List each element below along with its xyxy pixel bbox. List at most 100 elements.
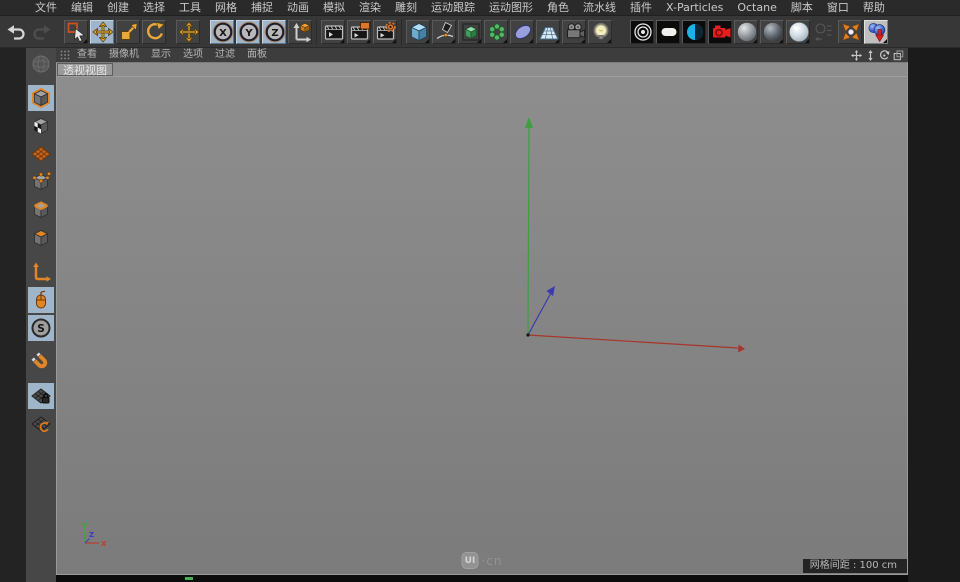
enable-snap-button[interactable]: S [28,315,54,341]
workplane-interaction-button[interactable] [28,411,54,437]
vp-menu-view[interactable]: 查看 [71,48,103,62]
axis-z-icon: Z [263,20,285,44]
menu-snap[interactable]: 捕捉 [244,0,280,16]
subdivision-surface-button[interactable] [458,20,482,44]
edges-mode-button[interactable] [28,197,54,223]
material-diffuse-button[interactable] [734,20,758,44]
menu-animate[interactable]: 动画 [280,0,316,16]
rotate-tool-button[interactable] [142,20,166,44]
axis-x-icon: X [211,20,233,44]
points-mode-icon [29,170,53,194]
menu-motion-tracker[interactable]: 运动跟踪 [424,0,482,16]
octane-live-viewer-button[interactable] [630,20,654,44]
zoom-icon[interactable] [865,50,876,61]
menu-sculpt[interactable]: 雕刻 [388,0,424,16]
undo-button[interactable] [3,19,29,45]
light-button[interactable] [588,20,612,44]
axis-center-icon [839,20,861,44]
menu-plugins[interactable]: 插件 [623,0,659,16]
menu-simulate[interactable]: 模拟 [316,0,352,16]
texture-mode-button[interactable] [28,113,54,139]
menu-create[interactable]: 创建 [100,0,136,16]
live-selection-button[interactable] [64,20,88,44]
octane-materials-button[interactable] [682,20,706,44]
timeline-strip[interactable] [56,575,908,582]
vp-menu-options[interactable]: 选项 [177,48,209,62]
workplane-mode-button[interactable] [28,141,54,167]
maximize-view-icon[interactable] [893,50,904,61]
octane-camera-icon [709,20,731,44]
axis-y-icon: Y [237,20,259,44]
menu-octane[interactable]: Octane [730,0,784,16]
svg-text:X: X [219,27,227,38]
menu-select[interactable]: 选择 [136,0,172,16]
menu-file[interactable]: 文件 [28,0,64,16]
floor-button[interactable] [536,20,560,44]
scale-tool-button[interactable] [116,20,140,44]
enable-axis-button[interactable] [28,259,54,285]
axis-lock-x-button[interactable]: X [210,20,234,44]
octane-area-light-icon [657,20,679,44]
camera-button[interactable] [562,20,586,44]
cube-icon [407,20,429,44]
mouse-icon [29,288,53,312]
material-specular-button[interactable] [786,20,810,44]
vp-menu-cameras[interactable]: 摄像机 [103,48,145,62]
model-mode-button[interactable] [28,85,54,111]
deformer-button[interactable] [510,20,534,44]
vp-menu-display[interactable]: 显示 [145,48,177,62]
axis-center-button[interactable] [838,20,862,44]
viewport-canvas[interactable]: 透视视图 Y Z X [56,62,908,575]
spline-pen-button[interactable] [432,20,456,44]
menu-edit[interactable]: 编辑 [64,0,100,16]
render-picture-viewer-button[interactable] [347,20,371,44]
rotate-icon [143,20,165,44]
material-glossy-button[interactable] [760,20,784,44]
svg-text:Z: Z [89,531,94,539]
svg-text:S: S [37,323,45,335]
last-tool-move-icon [177,20,199,44]
rotate-view-icon[interactable] [879,50,890,61]
menu-script[interactable]: 脚本 [784,0,820,16]
menu-mograph[interactable]: 运动图形 [482,0,540,16]
coordinate-system-button[interactable] [288,20,312,44]
octane-camera-button[interactable] [708,20,732,44]
menu-window[interactable]: 窗口 [820,0,856,16]
polygons-mode-button[interactable] [28,225,54,251]
menu-tools[interactable]: 工具 [172,0,208,16]
octane-objects-button[interactable] [656,20,680,44]
viewport-grid-icon[interactable] [59,49,71,61]
axis-lock-y-button[interactable]: Y [236,20,260,44]
viewport-tweak-button[interactable] [28,287,54,313]
menu-mesh[interactable]: 网格 [208,0,244,16]
octane-daylight-icon [683,20,705,44]
lock-workplane-button[interactable] [28,383,54,409]
render-settings-button[interactable] [373,20,397,44]
cube-primitive-button[interactable] [406,20,430,44]
viewport-menu-bar: 查看 摄像机 显示 选项 过滤 面板 [56,48,908,62]
menu-pipeline[interactable]: 流水线 [576,0,623,16]
coordinates-disabled-icon [812,20,836,44]
cloner-button[interactable] [484,20,508,44]
timeline-marker[interactable] [185,577,193,580]
material-sphere-specular-icon [787,20,809,44]
vp-menu-filter[interactable]: 过滤 [209,48,241,62]
axis-legend: Y Z X [79,521,107,549]
pan-icon[interactable] [851,50,862,61]
axis-lock-z-button[interactable]: Z [262,20,286,44]
vp-menu-panel[interactable]: 面板 [241,48,273,62]
menu-help[interactable]: 帮助 [856,0,892,16]
last-tool-button[interactable] [176,20,200,44]
menu-xparticles[interactable]: X-Particles [659,0,730,16]
redo-button[interactable] [29,19,55,45]
points-mode-button[interactable] [28,169,54,195]
octane-live-viewer-icon [631,20,653,44]
menu-character[interactable]: 角色 [540,0,576,16]
magnet-button[interactable] [28,349,54,375]
menu-render[interactable]: 渲染 [352,0,388,16]
plugin-spheres-drop-icon [865,20,887,44]
plugin-drop-button[interactable] [864,20,888,44]
move-tool-button[interactable] [90,20,114,44]
render-view-button[interactable] [321,20,345,44]
mode-palette: S [26,48,56,582]
